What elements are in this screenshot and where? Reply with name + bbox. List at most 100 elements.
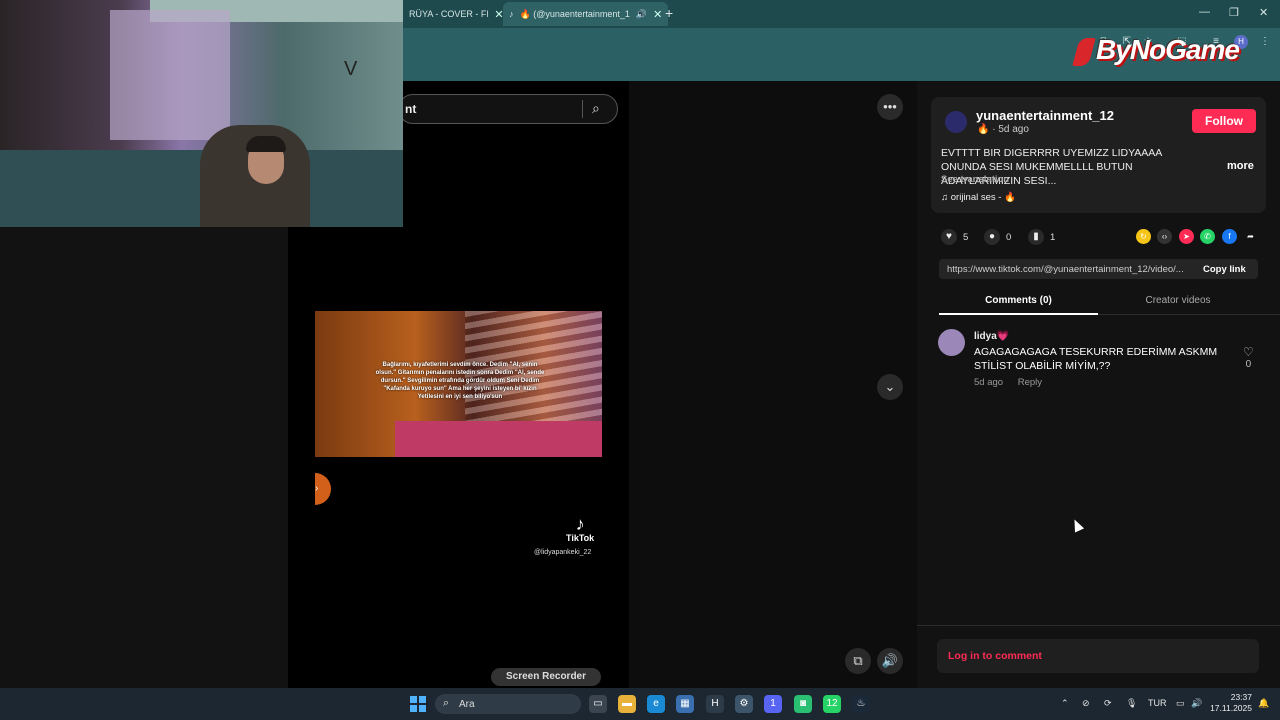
post-meta: 🔥 · 5d ago [977,124,1029,135]
send-icon[interactable]: ➤ [1179,229,1194,244]
commenter-name[interactable]: lidya💗 [974,331,1009,342]
search-bar[interactable]: nt ⌕ [398,94,618,124]
tiktok-icon: ♪ [509,9,514,19]
minimize-button[interactable]: — [1199,6,1210,18]
pink-table [395,421,602,457]
whatsapp-icon[interactable]: 12 [823,695,841,713]
monitor-icon[interactable]: ▭ [1176,698,1185,709]
like-action[interactable]: ♥ 5 [941,229,968,245]
account-name[interactable]: yunaentertainment_12 [976,108,1114,123]
search-icon[interactable]: ⌕ [592,100,600,117]
comment-icon[interactable]: ● [984,229,1000,245]
comment-tabs: Comments (0) Creator videos [939,292,1280,315]
network-off-icon[interactable]: ⊘ [1082,698,1090,709]
close-window-button[interactable]: ✕ [1259,6,1268,19]
browser-tab-1[interactable]: RÜYA - COVER - Fl ✕ [409,4,504,24]
language-indicator[interactable]: TUR [1148,698,1167,708]
search-divider [582,100,583,118]
bynogame-logo: ByNoGame [1072,34,1240,66]
new-tab-button[interactable]: + [665,5,673,21]
speaker-icon[interactable]: 🔊 [636,9,647,20]
chrome-badge: H [711,698,719,709]
commenter-avatar[interactable] [938,329,965,356]
tab-comments[interactable]: Comments (0) [939,292,1098,315]
save-count: 1 [1050,231,1056,243]
discord-icon[interactable]: 1 [764,695,782,713]
bookmark-icon[interactable]: ▮ [1028,229,1044,245]
more-button[interactable]: more [1227,160,1254,172]
next-video-icon[interactable]: ⌄ [877,374,903,400]
taskbar-search[interactable]: ⌕ Ara [435,694,581,714]
account-avatar[interactable] [945,111,967,133]
notification-icon[interactable]: 🔔 [1258,698,1269,709]
logo-mark-icon [1072,37,1096,66]
chevron-up-icon[interactable]: ⌃ [1061,698,1069,709]
wall-logo: V [344,58,358,80]
microphone-icon[interactable]: 🎙 [1126,698,1137,709]
comment-like[interactable]: ♡ 0 [1243,345,1254,370]
watermark-label: TikTok [566,533,595,543]
video-frame: Bağlarımı, kıyafetlerimi sevdim önce. De… [315,311,602,457]
task-view-icon[interactable]: ▭ [589,695,607,713]
discord-badge: 1 [770,698,776,709]
comment-like-count: 0 [1245,359,1252,370]
copy-link-button[interactable]: Copy link [1203,264,1246,275]
share-arrow-icon[interactable]: ➦ [1243,229,1258,244]
restore-button[interactable]: ❐ [1229,6,1239,19]
file-explorer-icon[interactable]: ▬ [618,695,636,713]
sound-link[interactable]: ♫ orijinal ses - 🔥 [941,192,1016,203]
repost-icon[interactable]: ↻ [1136,229,1151,244]
sync-icon[interactable]: ⟳ [1104,698,1112,709]
edge-icon[interactable]: e [647,695,665,713]
search-icon: ⌕ [443,697,450,709]
lit-wall [110,10,230,140]
steam-icon[interactable]: ♨ [852,695,870,713]
tab-title: 🔥 (@yunaentertainment_1 [519,8,630,19]
link-box: https://www.tiktok.com/@yunaentertainmen… [939,259,1258,279]
like-count: 5 [963,231,969,243]
store-icon[interactable]: ▦ [676,695,694,713]
volume-icon[interactable]: 🔊 [1191,698,1202,709]
whatsapp-icon[interactable]: ✆ [1200,229,1215,244]
chrome-icon[interactable]: H [706,695,724,713]
search-input[interactable]: nt [405,102,416,116]
reply-button[interactable]: Reply [1018,377,1042,388]
comment-count: 0 [1006,231,1012,243]
comment-meta: 5d ago Reply [974,377,1042,388]
menu-icon[interactable]: ⋮ [1259,36,1271,48]
browser-tab-2[interactable]: ♪ 🔥 (@yunaentertainment_1 🔊 ✕ [503,2,669,26]
comment-box[interactable]: Log in to comment [937,639,1259,673]
taskbar-clock[interactable]: 23:37 17.11.2025 [1210,692,1252,714]
clock-date: 17.11.2025 [1210,703,1252,713]
windows-start-icon[interactable] [410,696,426,712]
comment-time: 5d ago [974,377,1004,388]
save-action[interactable]: ▮ 1 [1028,229,1055,245]
tab-title: RÜYA - COVER - Fl [409,9,489,19]
game-icon[interactable]: ◙ [794,695,812,713]
clock-time: 23:37 [1230,692,1252,702]
facebook-icon[interactable]: f [1222,229,1237,244]
video-url[interactable]: https://www.tiktok.com/@yunaentertainmen… [947,264,1192,275]
comment-action[interactable]: ● 0 [984,229,1011,245]
heart-outline-icon[interactable]: ♡ [1243,345,1254,359]
whatsapp-badge: 12 [826,698,838,709]
see-translation-link[interactable]: See translation [941,174,1009,185]
more-options-icon[interactable]: ••• [877,94,903,120]
tiktok-watermark: ♪ TikTok [566,515,594,543]
tab-creator-videos[interactable]: Creator videos [1098,292,1258,313]
login-to-comment-link[interactable]: Log in to comment [948,650,1042,662]
streamer-hair [246,136,286,152]
heart-icon[interactable]: ♥ [941,229,957,245]
pip-icon[interactable]: ⧉ [845,648,871,674]
follow-button[interactable]: Follow [1192,109,1256,133]
comment-text: AGAGAGAGAGA TESEKURRR EDERİMM ASKMM STİL… [974,346,1218,372]
screen-recorder-badge[interactable]: Screen Recorder [491,668,601,686]
close-icon[interactable]: ✕ [653,8,662,21]
embed-icon[interactable]: ‹› [1157,229,1172,244]
volume-icon[interactable]: 🔊 [877,648,903,674]
tiktok-icon: ♪ [575,514,585,534]
divider [917,625,1280,626]
watermark-handle: @lidyapankeki_22 [534,549,592,556]
settings-icon[interactable]: ⚙ [735,695,753,713]
logo-text: ByNoGame [1096,34,1240,65]
